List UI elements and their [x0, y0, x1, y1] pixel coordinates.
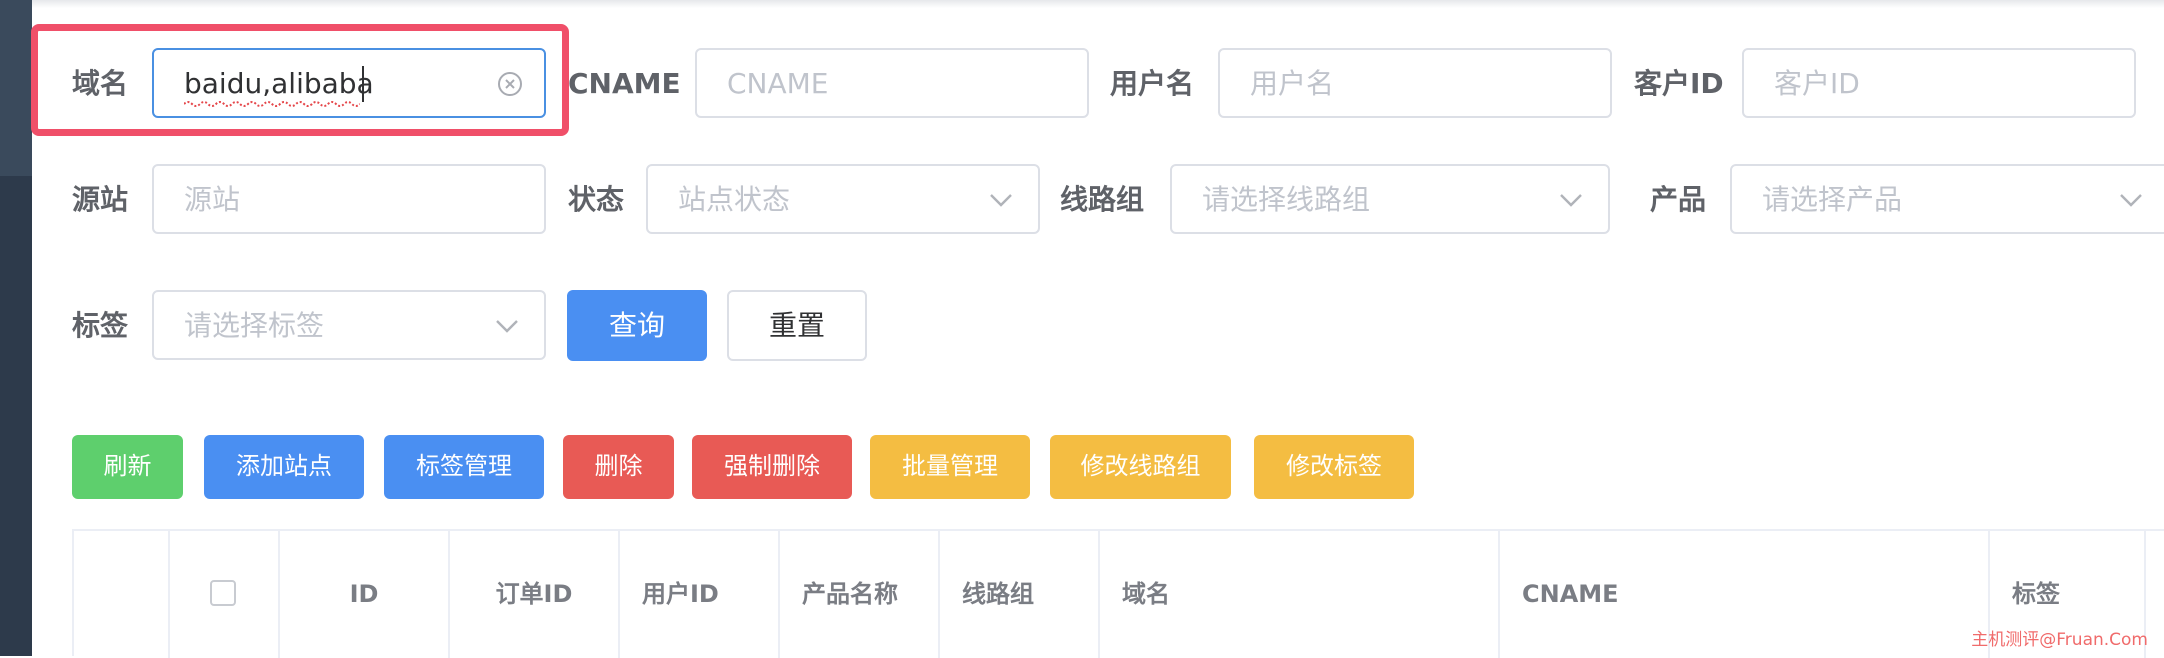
table-header-line-group[interactable]: 线路组: [940, 531, 1100, 658]
table-header-product-name[interactable]: 产品名称: [780, 531, 940, 658]
cname-input[interactable]: CNAME: [695, 48, 1089, 118]
chevron-down-icon: [496, 320, 518, 333]
status-label: 状态: [568, 183, 625, 216]
status-placeholder: 站点状态: [678, 183, 791, 216]
table-header-order-id[interactable]: 订单ID: [450, 531, 620, 658]
sidebar-shade: [0, 0, 32, 176]
username-input[interactable]: 用户名: [1218, 48, 1612, 118]
chevron-down-icon: [990, 194, 1012, 207]
query-button[interactable]: 查询: [567, 290, 707, 361]
tag-placeholder: 请选择标签: [184, 309, 325, 342]
tag-select[interactable]: 请选择标签: [152, 290, 546, 360]
cname-label: CNAME: [568, 67, 681, 100]
table-header-cname[interactable]: CNAME: [1500, 531, 1990, 658]
line-group-label: 线路组: [1060, 183, 1145, 216]
text-cursor: [362, 66, 364, 102]
delete-button[interactable]: 删除: [563, 435, 674, 499]
watermark: 主机测评@Fruan.Com: [1971, 630, 2148, 650]
chevron-down-icon: [2120, 194, 2142, 207]
product-placeholder: 请选择产品: [1762, 183, 1903, 216]
tag-label: 标签: [72, 309, 129, 342]
status-select[interactable]: 站点状态: [646, 164, 1040, 234]
username-label: 用户名: [1110, 67, 1195, 100]
refresh-button[interactable]: 刷新: [72, 435, 183, 499]
product-select[interactable]: 请选择产品: [1730, 164, 2164, 234]
edit-line-group-button[interactable]: 修改线路组: [1050, 435, 1231, 499]
tag-manage-button[interactable]: 标签管理: [384, 435, 544, 499]
chevron-down-icon: [1560, 194, 1582, 207]
username-placeholder: 用户名: [1250, 67, 1335, 100]
spellcheck-underline: [184, 101, 360, 107]
customer-id-input[interactable]: 客户ID: [1742, 48, 2136, 118]
origin-placeholder: 源站: [184, 183, 241, 216]
cname-placeholder: CNAME: [727, 67, 829, 100]
reset-button[interactable]: 重置: [727, 290, 867, 361]
product-label: 产品: [1650, 183, 1707, 216]
table-header-user-id[interactable]: 用户ID: [620, 531, 780, 658]
clear-icon[interactable]: [496, 70, 524, 98]
add-site-button[interactable]: 添加站点: [204, 435, 364, 499]
origin-label: 源站: [72, 183, 129, 216]
main-content: 域名 baidu,alibaba CNAME CNAME 用户名 用户名 客户I…: [31, 0, 2164, 658]
customer-id-label: 客户ID: [1634, 67, 1724, 100]
sites-table: ID 订单ID 用户ID 产品名称 线路组 域名 CNAME 标签: [72, 529, 2164, 658]
table-header-select: [170, 531, 280, 658]
force-delete-button[interactable]: 强制删除: [692, 435, 852, 499]
table-header-domain[interactable]: 域名: [1100, 531, 1500, 658]
edit-tag-button[interactable]: 修改标签: [1254, 435, 1414, 499]
domain-label: 域名: [72, 67, 129, 100]
left-sidebar-strip: [0, 0, 32, 656]
domain-input[interactable]: baidu,alibaba: [152, 48, 546, 118]
customer-id-placeholder: 客户ID: [1774, 67, 1860, 100]
domain-input-value: baidu,alibaba: [184, 67, 374, 100]
line-group-select[interactable]: 请选择线路组: [1170, 164, 1610, 234]
origin-input[interactable]: 源站: [152, 164, 546, 234]
table-header-expand: [74, 531, 170, 658]
table-header-id[interactable]: ID: [280, 531, 450, 658]
select-all-checkbox[interactable]: [210, 580, 236, 606]
line-group-placeholder: 请选择线路组: [1202, 183, 1371, 216]
batch-manage-button[interactable]: 批量管理: [870, 435, 1030, 499]
